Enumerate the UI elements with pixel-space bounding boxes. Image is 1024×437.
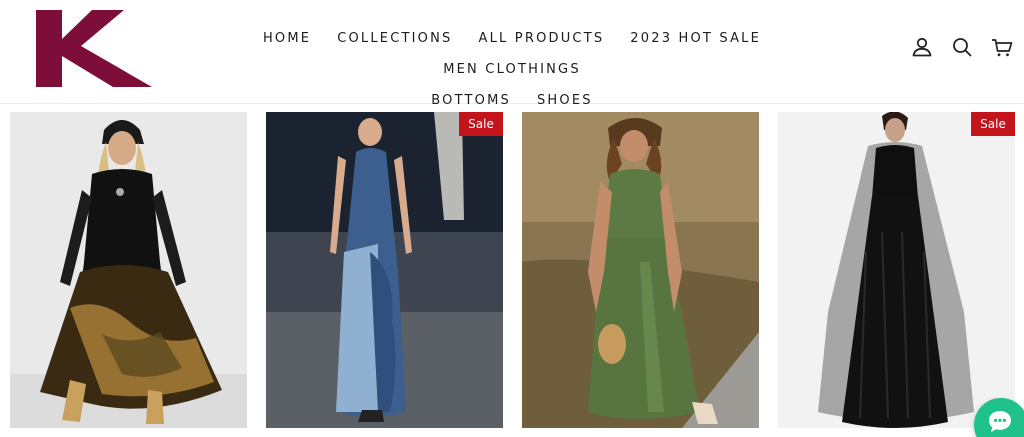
account-icon[interactable] [910, 35, 934, 59]
search-icon[interactable] [950, 35, 974, 59]
product-image-black-gown[interactable] [778, 112, 1015, 428]
header-actions [910, 35, 1014, 59]
nav-home[interactable]: HOME [263, 24, 311, 53]
chat-icon [989, 411, 1011, 432]
product-card[interactable] [10, 112, 247, 428]
cart-icon[interactable] [990, 35, 1014, 59]
sale-badge: Sale [459, 112, 503, 136]
product-image-black-floral-dress[interactable] [10, 112, 247, 428]
brand-logo[interactable] [36, 10, 152, 87]
nav-collections[interactable]: COLLECTIONS [337, 24, 452, 53]
product-image-denim-dress[interactable] [266, 112, 503, 428]
product-card[interactable]: Sale [778, 112, 1015, 428]
sale-badge: Sale [971, 112, 1015, 136]
nav-shoes[interactable]: SHOES [537, 86, 593, 115]
product-card[interactable]: Sale [266, 112, 503, 428]
nav-bottoms[interactable]: BOTTOMS [431, 86, 511, 115]
product-card[interactable] [522, 112, 759, 428]
main-nav: HOME COLLECTIONS ALL PRODUCTS 2023 HOT SALE… [176, 22, 848, 115]
product-image-green-dress[interactable] [522, 112, 759, 428]
product-grid: Sale Sale [10, 112, 1020, 437]
nav-all-products[interactable]: ALL PRODUCTS [478, 24, 604, 53]
site-header: HOME COLLECTIONS ALL PRODUCTS 2023 HOT SALE… [0, 0, 1024, 108]
nav-2023-hot-sale[interactable]: 2023 HOT SALE [630, 24, 761, 53]
nav-men-clothings[interactable]: MEN CLOTHINGS [443, 55, 581, 84]
